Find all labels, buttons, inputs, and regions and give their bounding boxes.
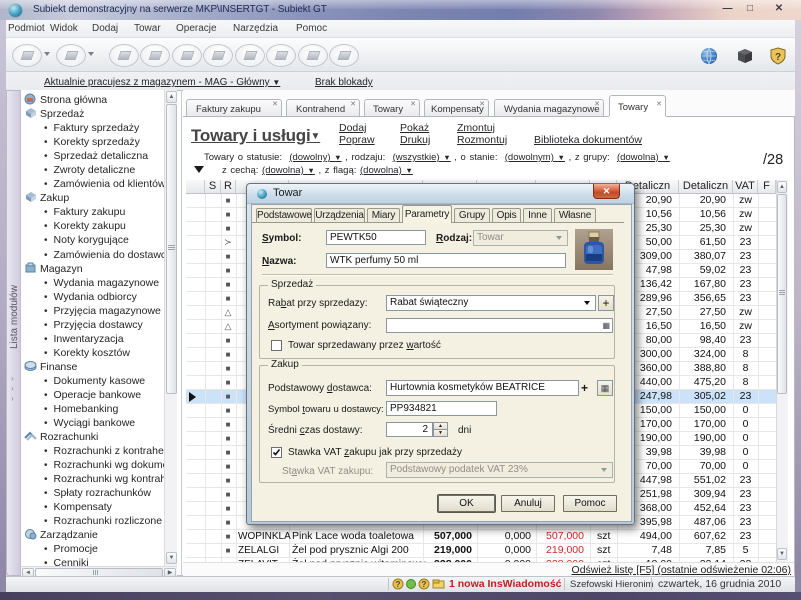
svg-text:?: ? <box>396 580 401 589</box>
svg-text:?: ? <box>775 52 781 63</box>
svg-text:?: ? <box>422 580 427 589</box>
